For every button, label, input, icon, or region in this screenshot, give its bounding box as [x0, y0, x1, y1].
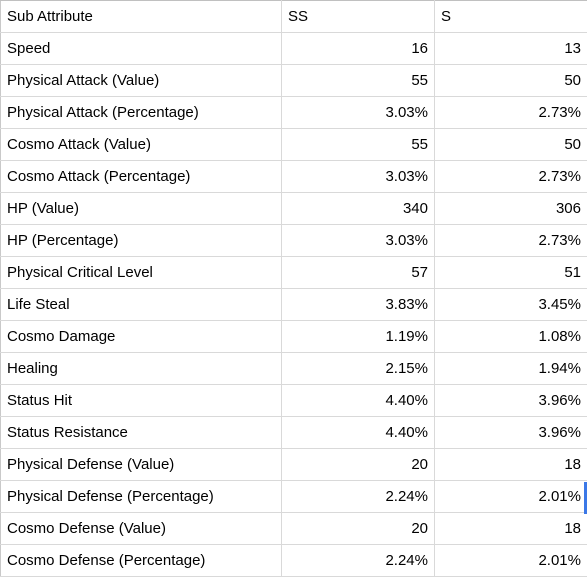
- column-header-ss[interactable]: SS: [281, 0, 435, 33]
- cell-attribute[interactable]: Physical Attack (Value): [0, 64, 282, 97]
- table-row: Speed 16 13: [0, 32, 587, 65]
- cell-ss-value[interactable]: 3.83%: [281, 288, 435, 321]
- table-row: Life Steal 3.83% 3.45%: [0, 288, 587, 321]
- cell-s-value[interactable]: 13: [434, 32, 587, 65]
- cell-ss-value[interactable]: 57: [281, 256, 435, 289]
- cell-s-value[interactable]: 2.73%: [434, 96, 587, 129]
- cell-attribute[interactable]: Healing: [0, 352, 282, 385]
- cell-s-value[interactable]: 18: [434, 512, 587, 545]
- header-row: Sub Attribute SS S: [0, 0, 587, 33]
- cell-attribute[interactable]: Cosmo Damage: [0, 320, 282, 353]
- cell-s-value[interactable]: 50: [434, 64, 587, 97]
- table-row: Status Resistance 4.40% 3.96%: [0, 416, 587, 449]
- sub-attribute-table: Sub Attribute SS S Speed 16 13 Physical Att…: [0, 0, 587, 577]
- table-header: Sub Attribute SS S: [0, 0, 587, 33]
- cell-s-value[interactable]: 18: [434, 448, 587, 481]
- table-row: Cosmo Defense (Value) 20 18: [0, 512, 587, 545]
- cell-ss-value[interactable]: 20: [281, 448, 435, 481]
- cell-s-value[interactable]: 1.08%: [434, 320, 587, 353]
- table-row: Cosmo Attack (Value) 55 50: [0, 128, 587, 161]
- cell-attribute[interactable]: Physical Critical Level: [0, 256, 282, 289]
- cell-ss-value[interactable]: 340: [281, 192, 435, 225]
- cell-attribute[interactable]: Cosmo Attack (Percentage): [0, 160, 282, 193]
- cell-ss-value[interactable]: 20: [281, 512, 435, 545]
- cell-s-value[interactable]: 2.01%: [434, 544, 587, 577]
- cell-ss-value[interactable]: 3.03%: [281, 160, 435, 193]
- table-row: Physical Attack (Value) 55 50: [0, 64, 587, 97]
- table-body: Speed 16 13 Physical Attack (Value) 55 50 Phys…: [0, 32, 587, 577]
- table-row: HP (Percentage) 3.03% 2.73%: [0, 224, 587, 257]
- cell-attribute[interactable]: HP (Value): [0, 192, 282, 225]
- cell-attribute[interactable]: Physical Attack (Percentage): [0, 96, 282, 129]
- cell-ss-value[interactable]: 55: [281, 128, 435, 161]
- table-row: Cosmo Damage 1.19% 1.08%: [0, 320, 587, 353]
- cell-ss-value[interactable]: 2.24%: [281, 544, 435, 577]
- cell-ss-value[interactable]: 3.03%: [281, 96, 435, 129]
- table-row: Physical Defense (Percentage) 2.24% 2.01%: [0, 480, 587, 513]
- cell-ss-value[interactable]: 55: [281, 64, 435, 97]
- cell-s-value[interactable]: 2.73%: [434, 224, 587, 257]
- cell-attribute[interactable]: HP (Percentage): [0, 224, 282, 257]
- cell-s-value[interactable]: 306: [434, 192, 587, 225]
- cell-ss-value[interactable]: 2.15%: [281, 352, 435, 385]
- table-row: Healing 2.15% 1.94%: [0, 352, 587, 385]
- cell-attribute[interactable]: Speed: [0, 32, 282, 65]
- spreadsheet-grid: Sub Attribute SS S Speed 16 13 Physical Att…: [0, 0, 587, 580]
- table-row: Physical Critical Level 57 51: [0, 256, 587, 289]
- cell-s-value[interactable]: 3.45%: [434, 288, 587, 321]
- table-row: HP (Value) 340 306: [0, 192, 587, 225]
- cell-ss-value[interactable]: 2.24%: [281, 480, 435, 513]
- column-header-s[interactable]: S: [434, 0, 587, 33]
- table-row: Physical Defense (Value) 20 18: [0, 448, 587, 481]
- cell-ss-value[interactable]: 4.40%: [281, 384, 435, 417]
- table-row: Physical Attack (Percentage) 3.03% 2.73%: [0, 96, 587, 129]
- cell-attribute[interactable]: Status Hit: [0, 384, 282, 417]
- cell-attribute[interactable]: Physical Defense (Value): [0, 448, 282, 481]
- cell-s-value[interactable]: 3.96%: [434, 416, 587, 449]
- cell-s-value[interactable]: 2.73%: [434, 160, 587, 193]
- cell-attribute[interactable]: Cosmo Defense (Value): [0, 512, 282, 545]
- cell-attribute[interactable]: Cosmo Defense (Percentage): [0, 544, 282, 577]
- table-row: Cosmo Defense (Percentage) 2.24% 2.01%: [0, 544, 587, 577]
- cell-s-value[interactable]: 51: [434, 256, 587, 289]
- cell-ss-value[interactable]: 3.03%: [281, 224, 435, 257]
- column-header-attribute[interactable]: Sub Attribute: [0, 0, 282, 33]
- cell-s-value[interactable]: 50: [434, 128, 587, 161]
- cell-s-value[interactable]: 3.96%: [434, 384, 587, 417]
- table-row: Cosmo Attack (Percentage) 3.03% 2.73%: [0, 160, 587, 193]
- cell-s-value[interactable]: 1.94%: [434, 352, 587, 385]
- cell-ss-value[interactable]: 16: [281, 32, 435, 65]
- cell-s-value[interactable]: 2.01%: [434, 480, 587, 513]
- table-row: Status Hit 4.40% 3.96%: [0, 384, 587, 417]
- cell-attribute[interactable]: Physical Defense (Percentage): [0, 480, 282, 513]
- cell-attribute[interactable]: Life Steal: [0, 288, 282, 321]
- cell-ss-value[interactable]: 4.40%: [281, 416, 435, 449]
- cell-attribute[interactable]: Status Resistance: [0, 416, 282, 449]
- cell-attribute[interactable]: Cosmo Attack (Value): [0, 128, 282, 161]
- cell-ss-value[interactable]: 1.19%: [281, 320, 435, 353]
